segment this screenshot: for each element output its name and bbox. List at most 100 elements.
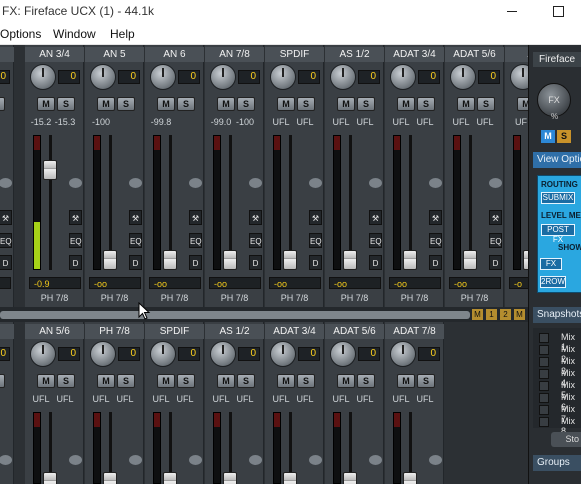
channel-name[interactable]: ADAT 5/6 [325,324,384,339]
gain-value[interactable]: 0 [178,347,200,361]
channel-name[interactable]: PH 7/8 [85,324,144,339]
solo-button[interactable]: S [177,374,195,388]
scroll-marker[interactable]: 2 [500,309,511,320]
snapshot-item[interactable]: Mix 5 [539,380,581,400]
snapshot-item[interactable]: Mix 2 [539,344,581,364]
store-button[interactable]: Sto [551,432,581,447]
wrench-icon[interactable]: ⚒ [129,210,142,225]
wrench-icon[interactable]: ⚒ [0,210,12,225]
gain-knob[interactable] [270,64,296,90]
volume-fader[interactable] [283,472,297,484]
routing-label[interactable]: PH 7/8 [85,293,144,305]
mute-button[interactable]: M [97,374,115,388]
routing-label[interactable]: PH 7/8 [385,293,444,305]
pan-knob[interactable] [309,455,322,465]
channel-name[interactable]: AS 1/2 [325,47,384,62]
volume-fader[interactable] [103,250,117,270]
snapshot-item[interactable]: Mix 7 [539,404,581,424]
pan-knob[interactable] [189,455,202,465]
gain-value[interactable]: 0 [0,70,10,84]
volume-fader[interactable] [163,250,177,270]
d-button[interactable]: D [489,255,502,270]
solo-button[interactable]: S [417,97,435,111]
pan-knob[interactable] [249,455,262,465]
channel-name[interactable]: AS 1/2 [205,324,264,339]
gain-value[interactable]: 0 [0,347,10,361]
solo-button[interactable]: S [237,97,255,111]
d-button[interactable]: D [69,255,82,270]
submix-button[interactable]: SUBMIX [541,192,575,204]
scroll-marker[interactable]: M [472,309,483,320]
d-button[interactable]: D [429,255,442,270]
gain-value[interactable]: 0 [418,70,440,84]
pan-knob[interactable] [429,455,442,465]
groups-header[interactable]: Groups [533,455,581,471]
gain-value[interactable]: 0 [358,347,380,361]
channel-name[interactable]: AN 5 [85,47,144,62]
solo-tag[interactable]: S [557,130,571,143]
volume-fader[interactable] [223,250,237,270]
gain-value[interactable]: 0 [118,347,140,361]
eq-button[interactable]: EQ [489,233,502,248]
minimize-button[interactable] [489,0,535,23]
mute-button[interactable]: M [277,97,295,111]
solo-button[interactable]: S [117,374,135,388]
eq-button[interactable]: EQ [129,233,142,248]
volume-fader[interactable] [343,250,357,270]
solo-button[interactable]: S [117,97,135,111]
snapshot-checkbox[interactable] [539,345,549,355]
volume-fader[interactable] [403,250,417,270]
gain-value[interactable]: 0 [298,70,320,84]
gain-knob[interactable] [150,64,176,90]
volume-fader[interactable] [403,472,417,484]
pan-knob[interactable] [429,178,442,188]
channel-name[interactable]: 2 [0,324,14,339]
pan-knob[interactable] [129,178,142,188]
channel-name[interactable]: AN 6 [145,47,204,62]
volume-fader[interactable] [463,250,477,270]
solo-button[interactable]: S [57,97,75,111]
wrench-icon[interactable]: ⚒ [429,210,442,225]
routing-label[interactable]: /8 [0,293,14,305]
snapshot-item[interactable]: Mix 8 [539,416,581,436]
mute-button[interactable]: M [37,374,55,388]
mute-button[interactable]: M [457,97,475,111]
gain-value[interactable]: 0 [358,70,380,84]
scroll-marker[interactable]: M [514,309,525,320]
solo-button[interactable]: S [237,374,255,388]
pan-knob[interactable] [0,178,12,188]
scrollbar-thumb[interactable] [0,311,470,319]
pan-knob[interactable] [369,178,382,188]
pan-knob[interactable] [309,178,322,188]
eq-button[interactable]: EQ [0,233,12,248]
gain-value[interactable]: 0 [298,347,320,361]
show-fx-button[interactable]: FX [540,258,562,270]
snapshot-checkbox[interactable] [539,369,549,379]
wrench-icon[interactable]: ⚒ [489,210,502,225]
pan-knob[interactable] [69,455,82,465]
snapshot-checkbox[interactable] [539,393,549,403]
mute-button[interactable]: M [217,374,235,388]
routing-label[interactable]: PH 7/8 [25,293,84,305]
mute-button[interactable]: M [97,97,115,111]
gain-knob[interactable] [150,341,176,367]
volume-fader[interactable] [163,472,177,484]
maximize-button[interactable] [535,0,581,23]
routing-label[interactable]: PH 7/8 [325,293,384,305]
gain-value[interactable]: 0 [118,70,140,84]
routing-label[interactable]: PH 7/8 [205,293,264,305]
gain-knob[interactable] [390,341,416,367]
scroll-marker[interactable]: 1 [486,309,497,320]
solo-button[interactable]: S [297,374,315,388]
channel-name[interactable]: SPDIF [265,47,324,62]
eq-button[interactable]: EQ [69,233,82,248]
pan-knob[interactable] [489,178,502,188]
mute-button[interactable]: M [157,97,175,111]
snapshot-checkbox[interactable] [539,381,549,391]
gain-value[interactable]: 0 [178,70,200,84]
solo-button[interactable]: S [477,97,495,111]
volume-fader[interactable] [43,160,57,180]
gain-knob[interactable] [210,64,236,90]
mute-button[interactable]: M [217,97,235,111]
pan-knob[interactable] [69,178,82,188]
